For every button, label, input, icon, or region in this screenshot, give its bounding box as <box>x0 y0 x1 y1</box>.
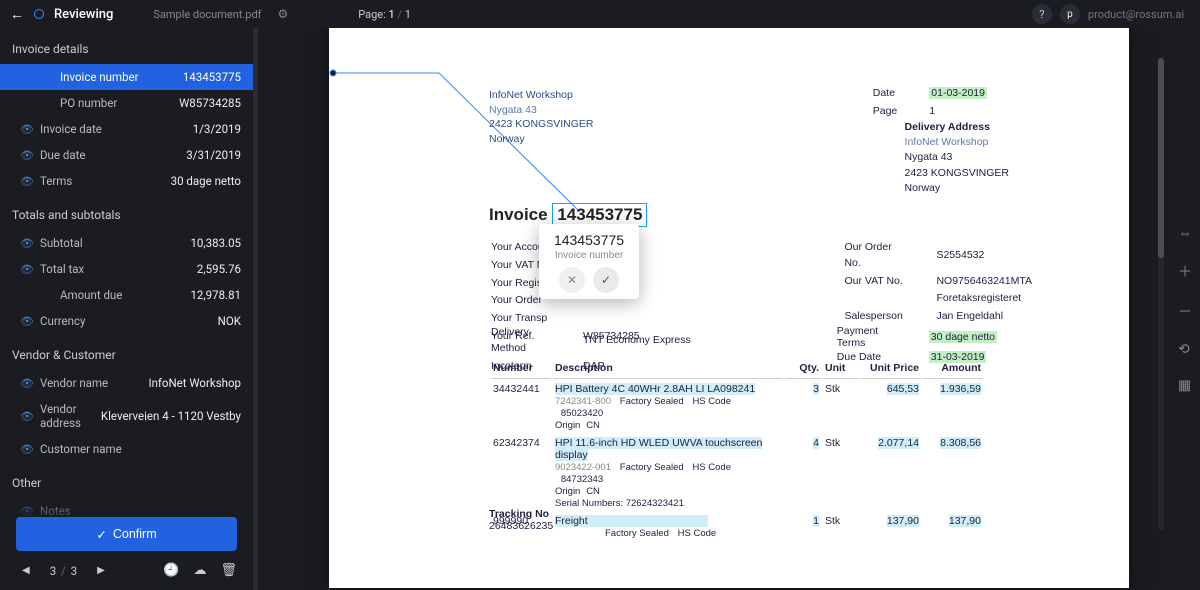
gear-icon[interactable]: ⚙ <box>278 7 289 21</box>
zoom-in-icon[interactable]: ＋ <box>1174 258 1196 286</box>
popup-label: Invoice number <box>553 250 625 261</box>
field-subtotal[interactable]: 👁 Subtotal 10,383.05 <box>0 230 253 256</box>
doc-delivery-address: Delivery Address InfoNet Workshop Nygata… <box>905 120 1009 196</box>
pager: ◀ 3 / 3 ▶ 🕘 ☁ 🗑 <box>16 561 237 580</box>
doc-order-block: Our Order No.S2554532 Our VAT No.NO97564… <box>842 238 1034 327</box>
eye-icon[interactable]: 👁 <box>20 443 34 456</box>
pager-count: 3 / 3 <box>50 564 77 578</box>
doc-scrollbar-thumb[interactable] <box>1158 58 1164 258</box>
doc-scrollbar[interactable] <box>1158 58 1164 530</box>
help-button[interactable]: ? <box>1032 4 1052 24</box>
table-row: 34432441 HPI Battery 4C 40WHr 2.8AH LI L… <box>491 381 983 433</box>
eye-icon[interactable]: 👁 <box>20 410 34 423</box>
eye-icon[interactable]: 👁 <box>20 237 34 250</box>
status-dot-icon <box>34 9 44 19</box>
section-totals: Totals and subtotals <box>0 194 253 230</box>
doc-tracking: Tracking No 26483626235 <box>489 508 553 532</box>
expand-icon[interactable]: ⇔ <box>1174 221 1196 246</box>
field-vendor-name[interactable]: 👁 Vendor name InfoNet Workshop <box>0 370 253 396</box>
field-invoice-date[interactable]: 👁 Invoice date 1/3/2019 <box>0 116 253 142</box>
doc-date-block: Date01-03-2019 Page1 <box>871 84 989 122</box>
check-icon: ✓ <box>96 527 106 542</box>
back-arrow-icon[interactable]: ← <box>10 6 24 23</box>
field-po-number[interactable]: 👁 PO number W85734285 <box>0 90 253 116</box>
topbar: ← Reviewing Sample document.pdf ⚙ Page: … <box>0 0 1200 28</box>
trash-icon[interactable]: 🗑 <box>220 563 237 578</box>
field-due-date[interactable]: 👁 Due date 3/31/2019 <box>0 142 253 168</box>
popup-cancel-button[interactable]: ✕ <box>559 267 585 293</box>
page-status: Reviewing <box>54 7 113 22</box>
sidebar-footer: ✓ Confirm ◀ 3 / 3 ▶ 🕘 ☁ 🗑 <box>0 507 253 590</box>
document-area[interactable]: InfoNet Workshop Nygata 43 2423 KONGSVIN… <box>258 28 1200 590</box>
doc-company-block: InfoNet Workshop Nygata 43 2423 KONGSVIN… <box>489 88 593 147</box>
eye-icon[interactable]: 👁 <box>20 149 34 162</box>
field-amount-due[interactable]: 👁 Amount due 12,978.81 <box>0 282 253 308</box>
field-customer-name[interactable]: 👁 Customer name <box>0 436 253 462</box>
page-indicator: Page: 1 / 1 <box>358 8 411 21</box>
table-row: 999990 Freight Factory Sealed HS Code 1 … <box>491 513 983 541</box>
eye-icon[interactable]: 👁 <box>20 377 34 390</box>
field-invoice-number[interactable]: 👁 Invoice number 143453775 <box>0 64 253 90</box>
section-other: Other <box>0 462 253 498</box>
section-invoice-details: Invoice details <box>0 28 253 64</box>
field-currency[interactable]: 👁 Currency NOK <box>0 308 253 334</box>
field-terms[interactable]: 👁 Terms 30 dage netto <box>0 168 253 194</box>
popup-value: 143453775 <box>553 232 625 248</box>
sidebar: Invoice details 👁 Invoice number 1434537… <box>0 28 254 590</box>
field-vendor-address[interactable]: 👁 Vendor address Kleverveien 4 - 1120 Ve… <box>0 396 253 436</box>
eye-icon[interactable]: 👁 <box>20 315 34 328</box>
table-row: 62342374 HPI 11.6-inch HD WLED UWVA touc… <box>491 435 983 511</box>
document-name: Sample document.pdf <box>153 8 261 21</box>
field-total-tax[interactable]: 👁 Total tax 2,595.76 <box>0 256 253 282</box>
grid-icon[interactable]: ▦ <box>1174 374 1196 398</box>
rotate-icon[interactable]: ⟲ <box>1174 338 1196 362</box>
pager-prev-icon[interactable]: ◀ <box>16 561 36 580</box>
clock-icon[interactable]: 🕘 <box>163 563 179 578</box>
zoom-out-icon[interactable]: － <box>1174 298 1196 326</box>
popup-accept-button[interactable]: ✓ <box>593 267 619 293</box>
field-popup: 143453775 Invoice number ✕ ✓ <box>539 224 639 299</box>
pager-next-icon[interactable]: ▶ <box>91 561 111 580</box>
eye-icon[interactable]: 👁 <box>20 123 34 136</box>
document-page[interactable]: InfoNet Workshop Nygata 43 2423 KONGSVIN… <box>329 28 1129 588</box>
avatar[interactable]: p <box>1060 4 1080 24</box>
section-vendor-customer: Vendor & Customer <box>0 334 253 370</box>
right-toolbar: ⇔ ＋ － ⟲ ▦ <box>1174 221 1196 398</box>
eye-icon[interactable]: 👁 <box>20 175 34 188</box>
download-icon[interactable]: ☁ <box>193 563 206 578</box>
doc-line-items-table: Number Description Qty. Unit Unit Price … <box>489 356 985 543</box>
confirm-button[interactable]: ✓ Confirm <box>16 517 237 551</box>
eye-icon[interactable]: 👁 <box>20 263 34 276</box>
user-email: product@rossum.ai <box>1088 8 1184 21</box>
